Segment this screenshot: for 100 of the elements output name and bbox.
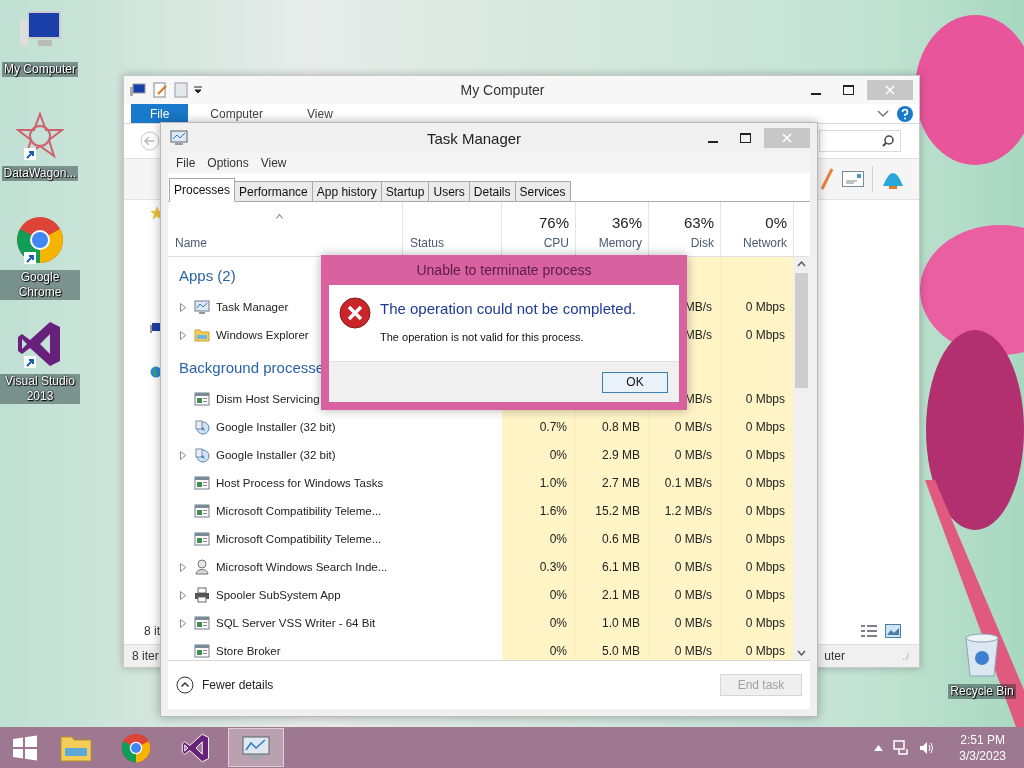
- tab[interactable]: Details: [468, 181, 516, 201]
- expand-arrow-icon[interactable]: [180, 590, 186, 600]
- usage-cell: 0 Mbps: [721, 581, 794, 609]
- ribbon-tab[interactable]: File: [131, 104, 189, 123]
- tab[interactable]: Services: [514, 181, 571, 201]
- ok-button[interactable]: OK: [602, 371, 668, 393]
- ribbon-tab[interactable]: View: [285, 104, 355, 123]
- error-detail: The operation is not valid for this process.: [380, 331, 585, 343]
- tab[interactable]: Performance: [234, 181, 313, 201]
- chevron-down-icon[interactable]: [877, 109, 889, 118]
- chrome-icon[interactable]: [16, 216, 64, 264]
- scroll-thumb[interactable]: [795, 273, 808, 388]
- maximize-icon: [739, 133, 751, 143]
- column-header[interactable]: Memory: [598, 236, 642, 250]
- process-row[interactable]: Google Installer (32 bit) 0.7% 0.8 MB 0 MB/s 0 Mbps: [168, 413, 794, 441]
- usage-percent: 76%: [538, 214, 569, 231]
- process-row[interactable]: Microsoft Compatibility Teleme... 1.6% 15.2 MB 1.2 MB/s 0 Mbps: [168, 497, 794, 525]
- large-icons-view-icon[interactable]: [885, 624, 901, 638]
- process-row[interactable]: Host Process for Windows Tasks 1.0% 2.7 MB 0.1 MB/s 0 Mbps: [168, 469, 794, 497]
- window-icon: [194, 531, 210, 547]
- recycle-bin-icon[interactable]: [962, 632, 1002, 678]
- status-text: 8 iter: [132, 649, 159, 663]
- process-row[interactable]: Microsoft Windows Search Inde... 0.3% 6.1 MB 0 MB/s 0 Mbps: [168, 553, 794, 581]
- menu-item[interactable]: Options: [203, 156, 253, 170]
- card-icon[interactable]: [842, 171, 864, 187]
- usage-cell: 0 Mbps: [721, 637, 794, 660]
- expand-arrow-icon[interactable]: [180, 618, 186, 628]
- usage-cell: 1.2 MB/s: [649, 497, 721, 525]
- monitor-icon: [241, 734, 271, 761]
- icon-label: Google Chrome: [0, 270, 80, 300]
- tab[interactable]: Users: [428, 181, 470, 201]
- pencil-icon[interactable]: [820, 168, 834, 190]
- properties-icon[interactable]: [152, 82, 168, 98]
- monitor-icon: [194, 299, 210, 315]
- process-row[interactable]: Microsoft Compatibility Teleme... 0% 0.6 MB 0 MB/s 0 Mbps: [168, 525, 794, 553]
- icon-label: Recycle Bin: [948, 684, 1016, 699]
- icon-label: Visual Studio 2013: [0, 374, 80, 404]
- search-field[interactable]: [819, 130, 901, 152]
- usage-cell: 0 MB/s: [649, 637, 721, 660]
- caret-up-icon[interactable]: [874, 744, 884, 751]
- expand-arrow-icon[interactable]: [180, 302, 186, 312]
- process-name: Microsoft Compatibility Teleme...: [216, 505, 382, 517]
- column-header[interactable]: Network: [743, 236, 787, 250]
- usage-cell: 0 Mbps: [721, 553, 794, 581]
- minimize-icon: [811, 92, 821, 95]
- maximize-icon: [842, 85, 854, 95]
- usage-cell: 0 Mbps: [721, 385, 794, 413]
- sort-caret-icon: [276, 214, 283, 219]
- ribbon-tab[interactable]: Computer: [188, 104, 286, 123]
- resize-grip-icon[interactable]: [901, 652, 909, 660]
- window-title: My Computer: [459, 82, 546, 98]
- menu-item[interactable]: File: [172, 156, 200, 170]
- group-header: Background processe: [178, 358, 325, 376]
- tab[interactable]: Startup: [380, 181, 430, 201]
- usage-cell: 0 MB/s: [649, 581, 721, 609]
- column-header[interactable]: Name: [175, 236, 207, 250]
- network-icon[interactable]: [893, 739, 910, 756]
- usage-cell: 2.1 MB: [576, 581, 649, 609]
- fewer-details-link[interactable]: Fewer details: [202, 678, 274, 692]
- column-header[interactable]: Disk: [690, 236, 714, 250]
- usage-cell: 0.7%: [502, 413, 576, 441]
- close-icon: [885, 85, 895, 95]
- tab[interactable]: App history: [311, 181, 382, 201]
- details-view-icon[interactable]: [861, 624, 877, 638]
- visual-studio-icon: [181, 732, 211, 763]
- column-header[interactable]: CPU: [543, 236, 569, 250]
- process-name: Google Installer (32 bit): [216, 449, 336, 461]
- usage-cell: 0%: [502, 637, 576, 660]
- process-row[interactable]: Google Installer (32 bit) 0% 2.9 MB 0 MB/s 0 Mbps: [168, 441, 794, 469]
- usage-cell: 0 Mbps: [721, 525, 794, 553]
- usage-cell: 0.8 MB: [576, 413, 649, 441]
- usage-percent: 63%: [683, 214, 714, 231]
- item-count: 8 it: [144, 624, 160, 638]
- menu-item[interactable]: View: [256, 156, 291, 170]
- process-name: Host Process for Windows Tasks: [216, 477, 384, 489]
- process-name: Microsoft Compatibility Teleme...: [216, 533, 382, 545]
- tab[interactable]: Processes: [169, 178, 236, 202]
- error-icon: [339, 297, 371, 329]
- back-icon[interactable]: [140, 131, 160, 151]
- expand-arrow-icon[interactable]: [180, 450, 186, 460]
- process-row[interactable]: Spooler SubSystem App 0% 2.1 MB 0 MB/s 0 Mbps: [168, 581, 794, 609]
- clock[interactable]: 2:51 PM 3/3/2023: [959, 731, 1006, 764]
- process-row[interactable]: SQL Server VSS Writer - 64 Bit 0% 1.0 MB 0 MB/s 0 Mbps: [168, 609, 794, 637]
- scrollbar[interactable]: [793, 257, 810, 660]
- expand-arrow-icon[interactable]: [180, 562, 186, 572]
- expand-arrow-icon[interactable]: [180, 330, 186, 340]
- star-pattern-icon[interactable]: [16, 112, 64, 160]
- process-name: Windows Explorer: [216, 329, 309, 341]
- dropdown-icon[interactable]: [194, 86, 202, 94]
- collapse-icon[interactable]: [176, 676, 194, 694]
- usage-cell: 0 MB/s: [649, 413, 721, 441]
- process-row[interactable]: Store Broker 0% 5.0 MB 0 MB/s 0 Mbps: [168, 637, 794, 660]
- icon-label: My Computer: [2, 62, 78, 77]
- column-header[interactable]: Status: [410, 236, 445, 250]
- usage-cell: 0 Mbps: [721, 441, 794, 469]
- usage-cell: 0 Mbps: [721, 413, 794, 441]
- usage-cell: 15.2 MB: [576, 497, 649, 525]
- help-icon[interactable]: [897, 105, 913, 122]
- usage-cell: 0 MB/s: [649, 609, 721, 637]
- usage-percent: 0%: [765, 214, 787, 231]
